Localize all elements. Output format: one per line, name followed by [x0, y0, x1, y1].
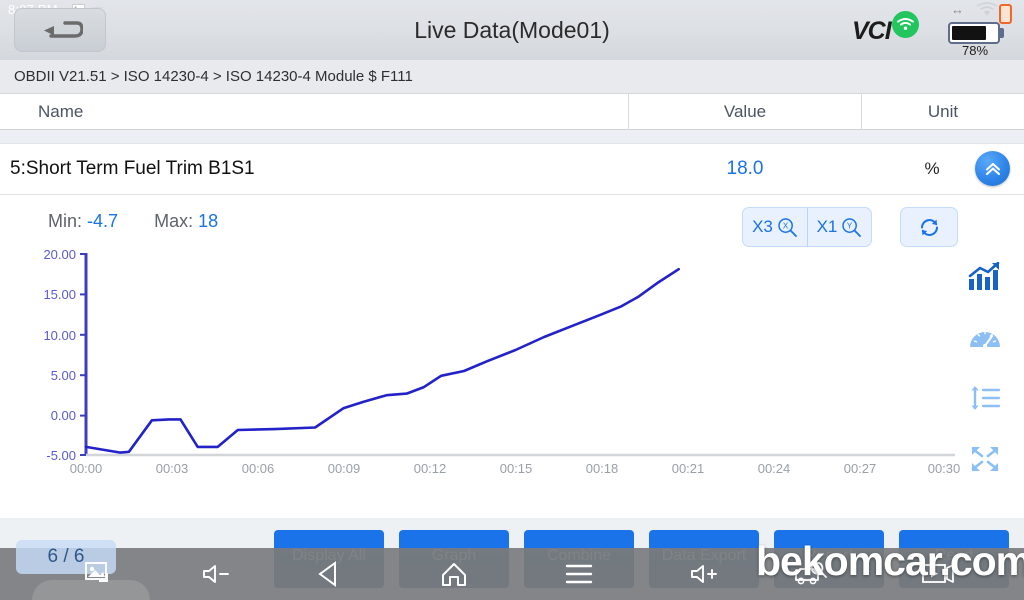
zoom-y-button[interactable]: X1 Y [807, 207, 871, 247]
refresh-icon [920, 218, 938, 236]
table-stripe [0, 130, 1024, 144]
column-header-unit: Unit [927, 102, 959, 121]
svg-text:X: X [783, 221, 789, 230]
live-data-screen: 8:07 PM Live Data(Mode01) ↔ VCI [0, 0, 1024, 600]
svg-text:Y: Y [847, 221, 853, 230]
max-label: Max: [154, 211, 194, 231]
x-tick: 00:27 [844, 461, 877, 476]
gauge-icon[interactable] [965, 320, 1005, 356]
x-axis-tick-labels: 00:00 00:03 00:06 00:09 00:12 00:15 00:1… [70, 461, 961, 476]
zoom-y-label: X1 [816, 217, 838, 236]
fullscreen-expand-icon[interactable] [965, 441, 1005, 477]
collapse-row-button[interactable] [975, 151, 1010, 186]
x-tick: 00:18 [586, 461, 619, 476]
volume-down-icon[interactable] [196, 554, 236, 594]
breadcrumb-text: OBDII V21.51 > ISO 14230-4 > ISO 14230-4… [14, 68, 413, 85]
volume-up-icon[interactable] [684, 554, 724, 594]
breadcrumb[interactable]: OBDII V21.51 > ISO 14230-4 > ISO 14230-4… [0, 60, 1024, 94]
page-indicator-text: 6 / 6 [47, 546, 85, 567]
refresh-button[interactable] [900, 207, 958, 247]
zoom-control-group: X3 X X1 Y [742, 207, 872, 247]
battery-indicator: 78% [940, 4, 1014, 58]
chart-panel: Min: -4.7 Max: 18 X3 X X1 Y 20.00 15.00 … [0, 195, 1024, 518]
x-tick: 00:03 [156, 461, 189, 476]
column-header-name: Name [38, 102, 84, 121]
magnifier-y-icon: Y [842, 217, 862, 237]
watermark: bekomcar.com [756, 538, 1024, 584]
vci-wifi-badge-icon [892, 11, 919, 38]
list-range-icon[interactable] [965, 380, 1005, 416]
live-data-chart[interactable]: 20.00 15.00 10.00 5.00 0.00 -5.00 00:00 … [0, 250, 1024, 490]
charging-battery-icon [999, 4, 1012, 24]
battery-tip-icon [1000, 28, 1004, 38]
x-tick: 00:00 [70, 461, 103, 476]
max-value: 18 [198, 211, 219, 231]
chevron-double-up-icon [985, 162, 1000, 175]
zoom-x-button[interactable]: X3 X [743, 207, 807, 247]
chart-line-series [84, 267, 681, 454]
x-tick: 00:30 [928, 461, 961, 476]
table-row[interactable]: 5:Short Term Fuel Trim B1S1 18.0 % [0, 144, 1024, 194]
minmax-readout: Min: -4.7 Max: 18 [48, 211, 218, 232]
y-tick: 15.00 [43, 287, 76, 302]
battery-percent: 78% [961, 43, 989, 58]
x-tick: 00:15 [500, 461, 533, 476]
x-tick: 00:21 [672, 461, 705, 476]
y-tick: 10.00 [43, 328, 76, 343]
vci-indicator: VCI [852, 11, 928, 50]
zoom-x-label: X3 [752, 217, 773, 236]
row-value: 18.0 [726, 158, 764, 179]
screenshot-icon[interactable] [80, 556, 116, 588]
min-label: Min: [48, 211, 83, 231]
row-name: 5:Short Term Fuel Trim B1S1 [10, 158, 255, 179]
title-bar: 8:07 PM Live Data(Mode01) ↔ VCI [0, 0, 1024, 60]
nav-home-icon[interactable] [434, 554, 474, 594]
x-tick: 00:24 [758, 461, 791, 476]
x-tick: 00:06 [242, 461, 275, 476]
min-value: -4.7 [87, 211, 119, 231]
chart-side-toolbar [958, 253, 1012, 483]
nav-back-icon[interactable] [309, 554, 349, 594]
column-header-value: Value [723, 102, 767, 121]
magnifier-x-icon: X [778, 217, 797, 237]
y-tick: 0.00 [51, 408, 76, 423]
y-tick: 5.00 [51, 368, 76, 383]
table-header: Name Value Unit [0, 94, 1024, 130]
x-tick: 00:12 [414, 461, 447, 476]
y-tick: 20.00 [43, 250, 76, 262]
battery-body-icon [948, 22, 1000, 44]
y-axis-tick-labels: 20.00 15.00 10.00 5.00 0.00 -5.00 [43, 250, 76, 463]
x-tick: 00:09 [328, 461, 361, 476]
trending-chart-icon[interactable] [965, 259, 1005, 295]
nav-recents-icon[interactable] [559, 554, 599, 594]
